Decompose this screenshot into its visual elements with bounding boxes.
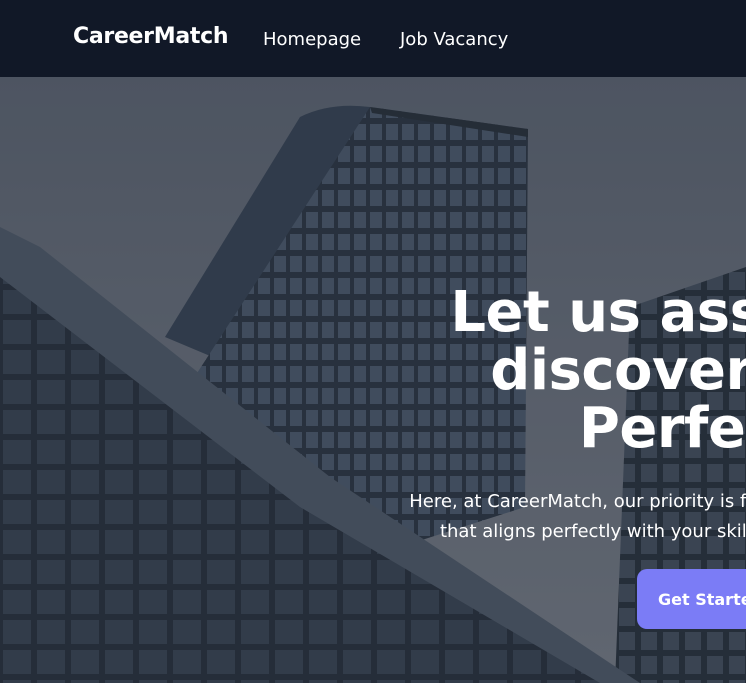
get-started-button[interactable]: Get Started (637, 569, 746, 629)
navbar: CareerMatch Homepage Job Vacancy (0, 0, 746, 77)
hero-section: Let us assist you in discovering your Pe… (0, 77, 746, 683)
hero-title-line: discovering your (490, 338, 746, 403)
nav-link-homepage[interactable]: Homepage (263, 29, 361, 50)
hero-description: Here, at CareerMatch, our priority is fi… (300, 487, 746, 547)
nav-link-job-vacancy[interactable]: Job Vacancy (400, 29, 508, 50)
hero-title: Let us assist you in discovering your Pe… (300, 284, 746, 458)
hero-description-line: that aligns perfectly with your skills a… (439, 521, 746, 542)
hero-title-line: Let us assist you in (450, 280, 746, 345)
brand-logo[interactable]: CareerMatch (73, 24, 229, 49)
hero-description-line: Here, at CareerMatch, our priority is fi… (409, 491, 746, 512)
hero-title-line: Perfect Job (578, 396, 746, 461)
